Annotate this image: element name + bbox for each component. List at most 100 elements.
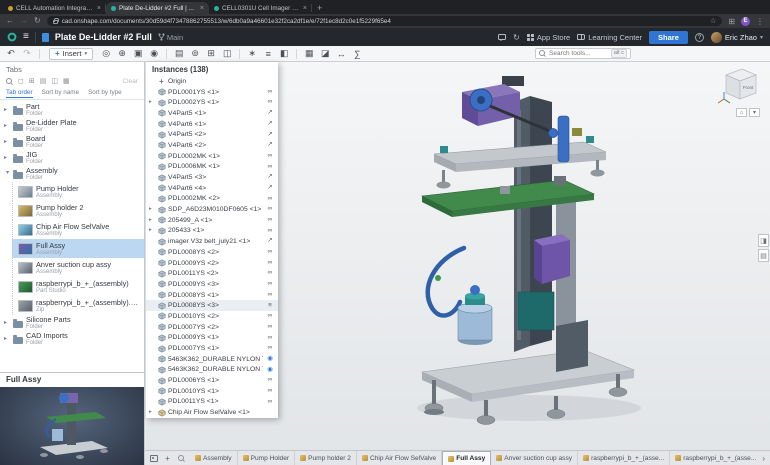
sidebar-item[interactable]: ▸ Chip Air Flow SelValve Assembly xyxy=(12,220,144,239)
mate-icon[interactable] xyxy=(265,89,275,96)
instance-row[interactable]: ▸ V4Part6 <4> xyxy=(146,183,278,194)
forward-icon[interactable]: → xyxy=(20,17,28,25)
bookmark-star-icon[interactable]: ☆ xyxy=(710,17,716,25)
share-button[interactable]: Share xyxy=(649,31,688,44)
instance-row[interactable]: ▸ PDL0008YS <3> xyxy=(146,300,278,311)
instance-row[interactable]: ▸ 205499_A <1> xyxy=(146,215,278,226)
instance-row[interactable]: ▸ 5463K362_DURABLE NYLON TIL... xyxy=(146,365,278,376)
chevron-icon[interactable]: ▸ xyxy=(4,107,10,113)
mate-icon[interactable] xyxy=(265,196,275,203)
document-tab[interactable]: raspberrypi_b_+_(asse... xyxy=(578,451,670,465)
sidebar-item[interactable]: ▸ Assembly Folder xyxy=(0,166,144,182)
sort-option[interactable]: Sort by name xyxy=(42,89,79,98)
mate-icon[interactable] xyxy=(265,324,275,331)
document-tab[interactable]: Pump Holder xyxy=(238,451,295,465)
instance-row[interactable]: ▸ PDL0010YS <2> xyxy=(146,311,278,322)
extensions-icon[interactable]: ⊞ xyxy=(728,17,735,26)
sidebar-item[interactable]: ▸ De-Lidder Plate Folder xyxy=(0,118,144,134)
tab-overflow-chevron-icon[interactable]: › xyxy=(760,454,767,463)
mate-icon[interactable] xyxy=(265,335,275,342)
mate-icon[interactable] xyxy=(265,260,275,267)
instance-row[interactable]: ▸ V4Part6 <1> xyxy=(146,119,278,130)
back-icon[interactable]: ← xyxy=(6,17,14,25)
instance-row[interactable]: ▸ imager V3z belt_july21 <1> xyxy=(146,236,278,247)
instance-row[interactable]: ▸ PDL0009YS <2> xyxy=(146,258,278,269)
tab-manager-icon[interactable] xyxy=(148,453,159,464)
browser-menu-icon[interactable]: ⋮ xyxy=(756,17,764,26)
clear-filters-button[interactable]: Clear xyxy=(122,78,138,85)
instance-row[interactable]: ▸ 205433 <1> xyxy=(146,226,278,237)
chevron-icon[interactable]: ▸ xyxy=(4,139,10,145)
view-cube-front-label[interactable]: Front xyxy=(743,85,754,90)
filter-drawing-icon[interactable]: ▤ xyxy=(40,78,47,85)
in-context-icon[interactable] xyxy=(265,110,275,117)
toolbar-separator[interactable] xyxy=(296,49,297,59)
sidebar-item[interactable]: ▸ Full Assy Assembly xyxy=(12,239,144,258)
mate-icon[interactable] xyxy=(265,388,275,395)
instance-row[interactable]: ▸ V4Part5 <1> xyxy=(146,108,278,119)
instance-row[interactable]: ▸ SDP_A6D23M010DF0605 <1> xyxy=(146,204,278,215)
sidebar-item[interactable]: ▸ raspberrypi_b_+_(assembly) Part Studio xyxy=(12,277,144,296)
row-menu-icon[interactable] xyxy=(265,303,275,310)
chevron-icon[interactable]: ▸ xyxy=(4,123,10,129)
undo-icon[interactable]: ↶ xyxy=(4,47,18,60)
onshape-logo-icon[interactable] xyxy=(7,32,17,42)
in-context-icon[interactable] xyxy=(265,142,275,149)
document-tab[interactable]: Anver suction cup assy xyxy=(491,451,578,465)
instance-row[interactable]: ▸ Chip Air Flow SelValve <1> xyxy=(146,407,278,418)
view-menu-caret-icon[interactable]: ▾ xyxy=(749,108,760,117)
mate-icon[interactable] xyxy=(265,228,275,235)
mate-connector-icon[interactable]: ◉ xyxy=(147,47,161,60)
in-context-icon[interactable] xyxy=(265,238,275,245)
user-menu[interactable]: Eric Zhao ▾ xyxy=(711,32,763,43)
instance-row[interactable]: ▸ Origin xyxy=(146,76,278,87)
instance-row[interactable]: ▸ PDL0009YS <3> xyxy=(146,279,278,290)
group-icon[interactable]: ▣ xyxy=(131,47,145,60)
search-tools-box[interactable]: alt c xyxy=(535,48,631,59)
explode-view-icon[interactable]: ∗ xyxy=(245,47,259,60)
instance-row[interactable]: ▸ V4Part6 <2> xyxy=(146,140,278,151)
instance-row[interactable]: ▸ PDL0002YS <1> xyxy=(146,97,278,108)
expand-chevron-icon[interactable]: ▸ xyxy=(149,100,155,106)
section-view-icon[interactable]: ◪ xyxy=(318,47,332,60)
document-tab[interactable]: Assembly xyxy=(190,451,238,465)
insert-button[interactable]: + Insert ▾ xyxy=(49,48,93,60)
document-tab[interactable]: Chip Air Flow SelValve xyxy=(357,451,442,465)
mate-icon[interactable] xyxy=(265,249,275,256)
instance-row[interactable]: ▸ PDL0001YS <1> xyxy=(146,87,278,98)
mate-icon[interactable] xyxy=(265,153,275,160)
toolbar-separator[interactable] xyxy=(239,49,240,59)
pattern-icon[interactable]: ◫ xyxy=(220,47,234,60)
chevron-icon[interactable]: ▸ xyxy=(4,171,10,177)
bom-table-icon[interactable]: ▦ xyxy=(302,47,316,60)
main-menu-icon[interactable]: ≡ xyxy=(23,32,29,42)
replicate-icon[interactable]: ⊞ xyxy=(204,47,218,60)
reload-icon[interactable]: ↻ xyxy=(34,17,41,25)
mate-icon[interactable] xyxy=(265,313,275,320)
chevron-icon[interactable]: ▸ xyxy=(4,320,10,326)
display-states-icon[interactable]: ◧ xyxy=(277,47,291,60)
toolbar-separator[interactable] xyxy=(166,49,167,59)
search-tabs-icon[interactable] xyxy=(176,453,187,464)
mass-properties-icon[interactable]: ∑ xyxy=(350,47,364,60)
mate-icon[interactable] xyxy=(265,377,275,384)
expand-chevron-icon[interactable]: ▸ xyxy=(149,218,155,224)
named-positions-icon[interactable]: ≡ xyxy=(261,47,275,60)
instance-row[interactable]: ▸ PDL0007YS <2> xyxy=(146,322,278,333)
sort-option[interactable]: Tab order xyxy=(6,89,33,98)
learning-center-link[interactable]: Learning Center xyxy=(577,33,642,42)
instance-row[interactable]: ▸ PDL0008YS <1> xyxy=(146,290,278,301)
mate-icon[interactable] xyxy=(265,206,275,213)
instance-row[interactable]: ▸ 5463K362_DURABLE NYLON TIL... xyxy=(146,354,278,365)
address-bar[interactable]: cad.onshape.com/documents/30d59d4f734788… xyxy=(47,16,723,26)
expand-chevron-icon[interactable]: ▸ xyxy=(149,410,155,416)
assembly-3d-model[interactable] xyxy=(404,70,674,430)
circular-pattern-icon[interactable]: ⊚ xyxy=(188,47,202,60)
sidebar-item[interactable]: ▸ Pump Holder Assembly xyxy=(12,182,144,201)
comment-icon[interactable] xyxy=(498,34,506,40)
browser-profile-avatar[interactable]: E xyxy=(741,17,750,26)
sidebar-item[interactable]: ▸ Pump holder 2 Assembly xyxy=(12,201,144,220)
right-panel-toggle-icon[interactable]: ◨ xyxy=(758,234,769,247)
document-title[interactable]: Plate De-Lidder #2 Full xyxy=(55,32,152,42)
mate-icon[interactable] xyxy=(265,99,275,106)
